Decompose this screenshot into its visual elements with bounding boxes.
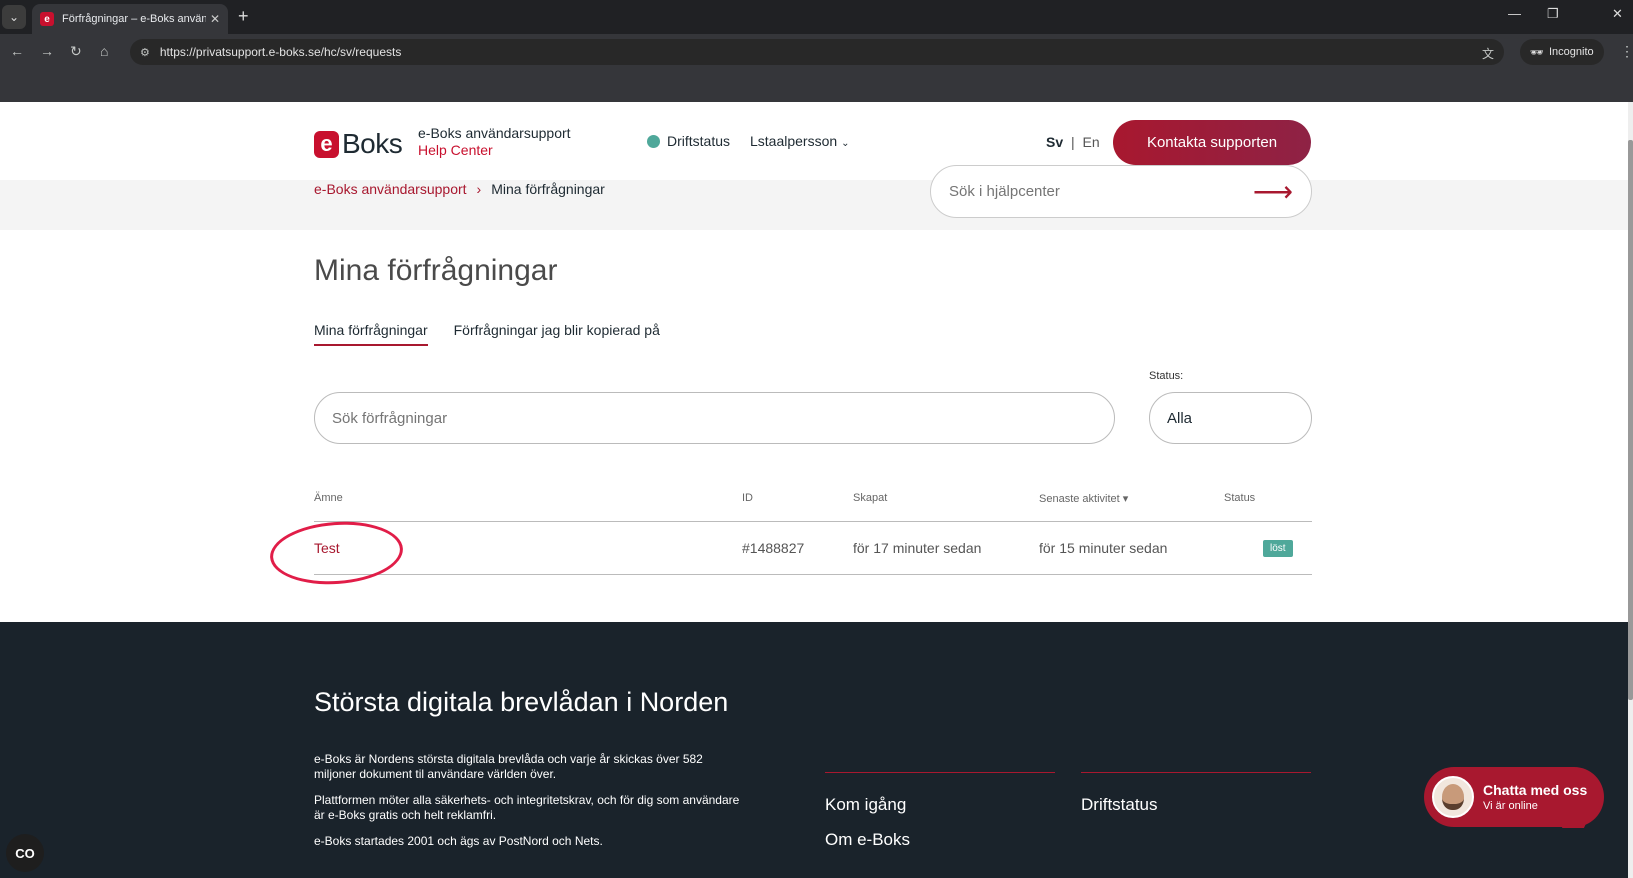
scrollbar-thumb[interactable]: [1628, 140, 1633, 700]
request-search: [314, 392, 1115, 444]
incognito-badge[interactable]: 🕶 Incognito: [1520, 39, 1604, 65]
restore-icon[interactable]: ❐: [1547, 6, 1559, 22]
header-created: Skapat: [853, 492, 888, 504]
reload-icon[interactable]: ↻: [70, 43, 82, 60]
status-filter-select[interactable]: Alla: [1149, 392, 1312, 444]
tab-title: Förfrågningar – e-Boks använda: [62, 13, 206, 25]
translate-icon[interactable]: 文: [1482, 45, 1494, 62]
incognito-icon: 🕶: [1530, 46, 1544, 59]
header-last-activity[interactable]: Senaste aktivitet ▾: [1039, 492, 1128, 505]
agent-avatar: [1432, 776, 1474, 818]
footer-column-2: Driftstatus: [1081, 772, 1311, 830]
arrow-right-icon[interactable]: ⟶: [1253, 177, 1293, 206]
status-badge: löst: [1263, 540, 1293, 557]
favicon-icon: e: [40, 12, 54, 26]
breadcrumb-separator: ›: [476, 181, 482, 197]
close-icon[interactable]: ✕: [210, 12, 220, 26]
menu-icon[interactable]: ⋮: [1620, 43, 1633, 60]
logo-text: Boks: [342, 128, 403, 159]
footer-paragraph: e-Boks är Nordens största digitala brevl…: [314, 752, 703, 781]
helpcenter-search: ⟶: [930, 165, 1312, 218]
home-icon[interactable]: ⌂: [100, 43, 108, 59]
request-tabs: Mina förfrågningar Förfrågningar jag bli…: [314, 322, 660, 346]
footer-paragraph: Plattformen möter alla säkerhets- och in…: [314, 793, 740, 822]
request-search-input[interactable]: [332, 409, 1097, 427]
contact-support-button[interactable]: Kontakta supporten: [1113, 120, 1311, 165]
driftstatus-label: Driftstatus: [667, 133, 731, 149]
site-header: e Boks e-Boks användarsupport Help Cente…: [0, 102, 1633, 180]
agent-face-icon: [1442, 784, 1464, 810]
address-bar[interactable]: ⚙ https://privatsupport.e-boks.se/hc/sv/…: [130, 39, 1504, 65]
chevron-down-icon: ⌄: [841, 138, 850, 149]
lang-sv-link[interactable]: Sv: [1046, 134, 1063, 150]
annotation-circle: [267, 517, 406, 589]
bookmarks-bar: [0, 70, 1633, 102]
footer-paragraph: e-Boks startades 2001 och ägs av PostNor…: [314, 834, 603, 848]
status-filter-value: Alla: [1167, 409, 1193, 427]
request-id: #1488827: [742, 540, 805, 556]
request-created: för 17 minuter sedan: [853, 540, 982, 556]
table-header: Ämne ID Skapat Senaste aktivitet ▾ Statu…: [314, 486, 1312, 522]
tab-ccd-requests[interactable]: Förfrågningar jag blir kopierad på: [454, 322, 660, 346]
breadcrumb: e-Boks användarsupport › Mina förfrågnin…: [314, 181, 605, 197]
header-status: Status: [1224, 492, 1256, 504]
chat-text: Chatta med oss Vi är online: [1483, 782, 1587, 812]
header-id: ID: [742, 492, 753, 504]
driftstatus-link[interactable]: Driftstatus: [647, 133, 730, 149]
footer-link-driftstatus[interactable]: Driftstatus: [1081, 795, 1311, 815]
requests-table: Ämne ID Skapat Senaste aktivitet ▾ Statu…: [314, 486, 1312, 575]
chat-subtitle: Vi är online: [1483, 800, 1538, 812]
brand-title: e-Boks användarsupport: [418, 125, 571, 141]
web-page: e Boks e-Boks användarsupport Help Cente…: [0, 102, 1633, 878]
tab-strip: ⌄ e Förfrågningar – e-Boks använda ✕ + —…: [0, 0, 1633, 34]
logo-e-icon: e: [314, 130, 339, 158]
page-title: Mina förfrågningar: [314, 254, 558, 287]
lang-en-link[interactable]: En: [1083, 134, 1100, 150]
site-info-icon[interactable]: ⚙: [140, 46, 150, 59]
browser-toolbar: ← → ↻ ⌂ ⚙ https://privatsupport.e-boks.s…: [0, 34, 1633, 70]
helpcenter-search-input[interactable]: [949, 183, 1253, 200]
brand-text[interactable]: e-Boks användarsupport Help Center: [418, 125, 571, 159]
breadcrumb-home-link[interactable]: e-Boks användarsupport: [314, 181, 467, 197]
minimize-icon[interactable]: —: [1508, 6, 1521, 21]
chat-widget-button[interactable]: Chatta med oss Vi är online: [1424, 767, 1604, 827]
url-text[interactable]: https://privatsupport.e-boks.se/hc/sv/re…: [160, 45, 401, 59]
chat-title: Chatta med oss: [1483, 782, 1588, 798]
user-menu[interactable]: Lstaalpersson ⌄: [750, 133, 849, 149]
footer-link-about[interactable]: Om e-Boks: [825, 830, 1055, 850]
breadcrumb-current: Mina förfrågningar: [491, 181, 605, 197]
user-name: Lstaalpersson: [750, 133, 838, 149]
header-subject: Ämne: [314, 492, 343, 504]
footer-link-get-started[interactable]: Kom igång: [825, 795, 1055, 815]
footer-column-1: Kom igång Om e-Boks: [825, 772, 1055, 865]
footer-title: Största digitala brevlådan i Norden: [314, 687, 729, 717]
tab-my-requests[interactable]: Mina förfrågningar: [314, 322, 428, 346]
lang-separator: |: [1071, 134, 1075, 150]
eboks-logo[interactable]: e Boks: [314, 128, 403, 160]
language-switcher: Sv | En: [1046, 134, 1100, 150]
back-icon[interactable]: ←: [10, 43, 24, 59]
cookie-settings-icon[interactable]: CO: [6, 834, 44, 872]
forward-icon[interactable]: →: [40, 43, 54, 59]
window-close-icon[interactable]: ✕: [1612, 6, 1623, 22]
tab-list-icon[interactable]: ⌄: [2, 5, 26, 29]
footer-text: e-Boks är Nordens största digitala brevl…: [314, 752, 744, 860]
request-last-activity: för 15 minuter sedan: [1039, 540, 1168, 556]
status-filter-label: Status:: [1149, 370, 1184, 382]
brand-subtitle: Help Center: [418, 142, 493, 158]
browser-tab[interactable]: e Förfrågningar – e-Boks använda ✕: [32, 4, 228, 34]
site-footer: Största digitala brevlådan i Norden e-Bo…: [0, 622, 1633, 878]
hero-band: [0, 180, 1633, 230]
table-row: Test #1488827 för 17 minuter sedan för 1…: [314, 522, 1312, 575]
new-tab-button[interactable]: +: [238, 6, 249, 27]
status-dot-icon: [647, 134, 660, 148]
incognito-label: Incognito: [1548, 46, 1594, 58]
